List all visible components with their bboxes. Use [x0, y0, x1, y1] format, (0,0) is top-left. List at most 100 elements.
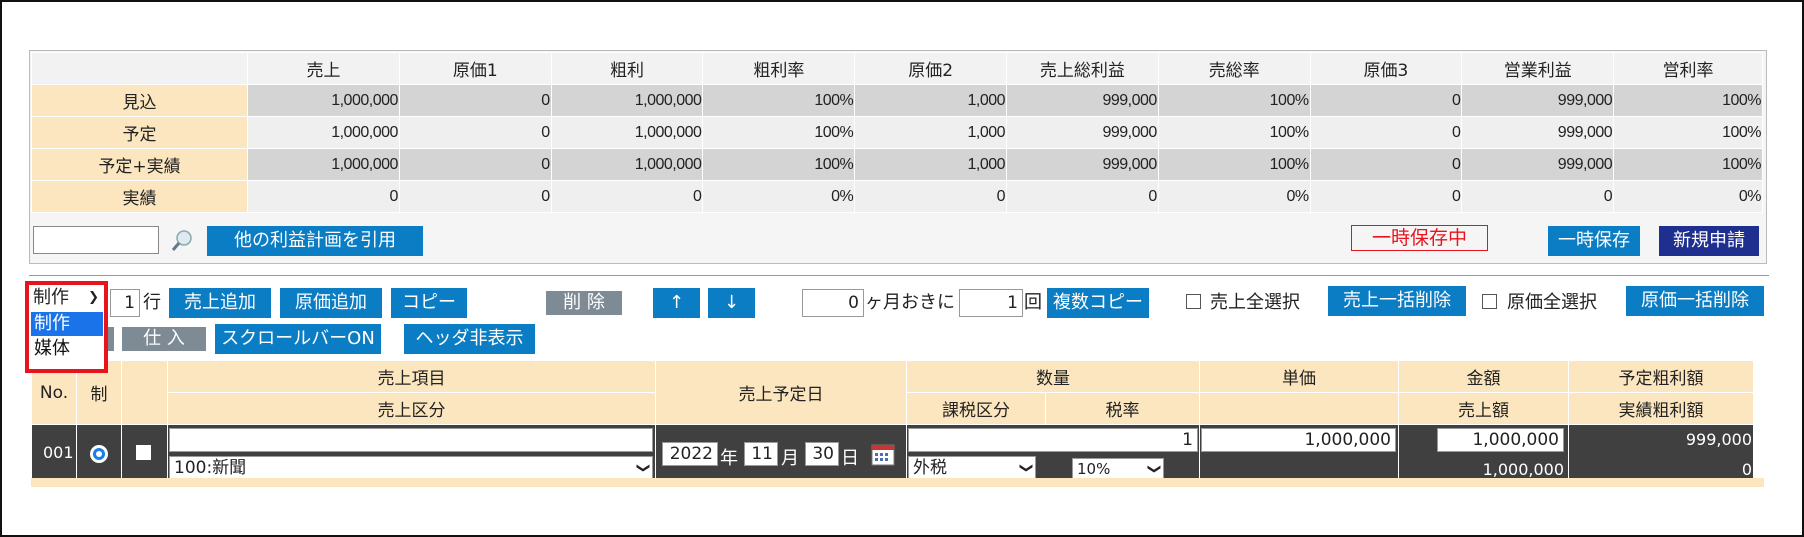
add-cost-button[interactable]: 原価追加	[280, 288, 382, 318]
type-select[interactable]: 制作 ❯	[33, 286, 101, 310]
copy-times-input[interactable]: 1	[959, 289, 1023, 317]
purchase-button[interactable]: 仕 入	[122, 327, 206, 351]
header-planned-profit: 予定粗利額	[1568, 360, 1754, 393]
hide-header-button[interactable]: ヘッダ非表示	[404, 324, 535, 354]
value-cell: 0	[398, 180, 552, 213]
row-label: 見込	[30, 84, 249, 117]
value-cell: 999,000	[1461, 116, 1615, 149]
scrollbar-on-button[interactable]: スクロールバーON	[215, 324, 381, 354]
header-sales-category: 売上区分	[167, 392, 656, 425]
detail-header-row-1: No. 制 売上項目 売上予定日 数量 単価 金額 予定粗利額	[31, 360, 1754, 425]
chevron-down-icon: ❯	[1018, 462, 1034, 474]
detail-bottom-strip	[31, 478, 1764, 487]
row-check-cell	[121, 424, 168, 483]
move-down-button[interactable]: ↓	[708, 288, 755, 318]
month-input[interactable]: 11	[744, 442, 778, 466]
row-no: 001	[43, 443, 74, 462]
search-icon[interactable]	[170, 229, 194, 253]
profit-cell: 999,000 0	[1568, 424, 1754, 483]
col-header: 原価3	[1309, 52, 1463, 85]
select-all-cost-checkbox[interactable]	[1482, 294, 1497, 309]
value-cell: 1,000	[854, 148, 1008, 181]
value-cell: 1,000	[854, 116, 1008, 149]
date-cell: 2022 年 11 月 30 日	[655, 424, 907, 483]
new-apply-button[interactable]: 新規申請	[1659, 226, 1759, 256]
value-cell: 100%	[1157, 116, 1311, 149]
value-cell: 1,000	[854, 84, 1008, 117]
type-option-selected[interactable]: 制作	[31, 312, 103, 336]
value-cell: 1,000,000	[550, 148, 704, 181]
col-header: 粗利	[550, 52, 704, 85]
delete-button[interactable]: 削 除	[546, 291, 622, 315]
value-cell: 999,000	[1006, 116, 1159, 149]
item-cell: 100:新聞 ❯	[167, 424, 656, 483]
radio-selected-icon[interactable]	[89, 444, 109, 464]
section-divider	[29, 275, 1769, 276]
day-input[interactable]: 30	[805, 442, 839, 466]
add-sales-button[interactable]: 売上追加	[169, 288, 271, 318]
value-cell: 999,000	[1461, 148, 1615, 181]
qty-cell: 1 外税 ❯ 10% ❯	[906, 424, 1200, 483]
value-cell: 1,000,000	[247, 84, 400, 117]
select-all-sales-label: 売上全選択	[1210, 292, 1300, 313]
type-option[interactable]: 媒体	[31, 337, 103, 361]
value-cell: 0	[1461, 180, 1615, 213]
value-cell: 100%	[1157, 148, 1311, 181]
header-unit-price-2	[1199, 392, 1399, 425]
detail-table: No. 制 売上項目 売上予定日 数量 単価 金額 予定粗利額 売上区分 課税区…	[31, 360, 1754, 483]
row-unit-label: 行	[143, 292, 161, 313]
value-cell: 0	[1309, 84, 1463, 117]
window-frame: 売上 原価1 粗利 粗利率 原価2 売上総利益 売総率 原価3 営業利益 営利率…	[0, 0, 1804, 537]
row-count-input[interactable]: 1	[110, 289, 140, 317]
col-header: 原価1	[398, 52, 552, 85]
sales-item-input[interactable]	[169, 428, 653, 452]
months-interval-label: ヶ月おきに	[865, 292, 955, 313]
row-checkbox[interactable]	[136, 445, 151, 460]
row-radio-cell	[76, 424, 122, 483]
header-amount: 金額	[1398, 360, 1569, 393]
type-select-value: 制作	[33, 287, 69, 308]
year-input[interactable]: 2022	[662, 442, 718, 466]
cite-plan-button[interactable]: 他の利益計画を引用	[207, 226, 423, 256]
summary-corner	[30, 52, 249, 85]
amount-cell: 1,000,000 1,000,000	[1398, 424, 1569, 483]
month-unit: 月	[781, 448, 799, 469]
value-cell: 0	[1006, 180, 1159, 213]
value-cell: 0%	[702, 180, 856, 213]
chevron-down-icon: ❯	[1146, 463, 1162, 475]
move-up-button[interactable]: ↑	[653, 288, 700, 318]
temp-save-button[interactable]: 一時保存	[1548, 226, 1640, 256]
sales-category-select[interactable]: 100:新聞 ❯	[169, 456, 653, 480]
summary-row: 予定 1,000,000 0 1,000,000 100% 1,000 999,…	[30, 116, 1763, 149]
multi-copy-button[interactable]: 複数コピー	[1047, 288, 1149, 318]
tax-rate-value: 10%	[1077, 460, 1111, 478]
bulk-delete-sales-button[interactable]: 売上一括削除	[1328, 286, 1466, 316]
value-cell: 1,000,000	[247, 116, 400, 149]
bulk-delete-cost-button[interactable]: 原価一括削除	[1626, 286, 1764, 316]
col-header: 営利率	[1613, 52, 1763, 85]
tax-type-select[interactable]: 外税 ❯	[908, 456, 1036, 480]
cite-search-input[interactable]	[33, 226, 159, 254]
tax-rate-select[interactable]: 10% ❯	[1072, 458, 1164, 480]
header-blank	[121, 360, 168, 425]
months-interval-input[interactable]: 0	[802, 289, 864, 317]
amount-input[interactable]: 1,000,000	[1437, 428, 1564, 452]
value-cell: 100%	[1613, 148, 1763, 181]
unit-price-input[interactable]: 1,000,000	[1201, 428, 1396, 452]
value-cell: 0%	[1613, 180, 1763, 213]
calendar-icon[interactable]	[871, 442, 895, 466]
select-all-sales-checkbox[interactable]	[1186, 294, 1201, 309]
value-cell: 0	[550, 180, 704, 213]
value-cell: 0	[398, 116, 552, 149]
value-cell: 1,000,000	[550, 116, 704, 149]
quantity-input[interactable]: 1	[908, 428, 1198, 452]
summary-row: 見込 1,000,000 0 1,000,000 100% 1,000 999,…	[30, 84, 1763, 117]
header-sales-date: 売上予定日	[655, 360, 907, 425]
year-unit: 年	[720, 448, 738, 469]
row-label: 予定+実績	[30, 148, 249, 181]
value-cell: 0	[1309, 180, 1463, 213]
copy-button[interactable]: コピー	[391, 288, 467, 318]
value-cell: 0	[398, 148, 552, 181]
col-header: 売上	[247, 52, 400, 85]
header-sales-item: 売上項目	[167, 360, 656, 393]
